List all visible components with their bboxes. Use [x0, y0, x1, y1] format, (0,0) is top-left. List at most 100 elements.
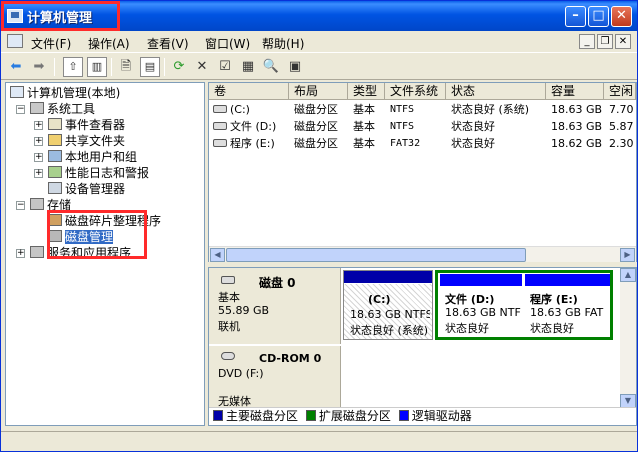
- scroll-right-icon[interactable]: ▶: [620, 248, 635, 262]
- partition-bar: [525, 274, 610, 286]
- legend: 主要磁盘分区 扩展磁盘分区 逻辑驱动器: [209, 407, 636, 425]
- cell-layout: 磁盘分区: [294, 103, 338, 116]
- cell-status: 状态良好 (系统): [451, 103, 530, 116]
- up-folder-icon[interactable]: ⇧: [63, 57, 83, 77]
- scroll-thumb[interactable]: [226, 248, 526, 262]
- partition-e[interactable]: 程序 (E:) 18.63 GB FAT 状态良好: [525, 274, 610, 337]
- cell-status: 状态良好: [451, 120, 495, 133]
- tree-label: 共享文件夹: [65, 134, 126, 148]
- partition-bar: [440, 274, 522, 286]
- tree-label: 磁盘碎片整理程序: [65, 214, 162, 228]
- expand-icon[interactable]: +: [34, 169, 43, 178]
- tree-label: 性能日志和警报: [65, 166, 150, 180]
- tree-item-local-users[interactable]: 本地用户和组: [48, 149, 137, 165]
- collapse-icon[interactable]: −: [16, 201, 25, 210]
- computer-management-icon: [7, 9, 23, 23]
- defrag-icon: [48, 214, 62, 226]
- search-icon[interactable]: 🔍: [261, 57, 281, 77]
- partition-bar: [344, 271, 432, 283]
- partition-name: 程序 (E:): [530, 293, 578, 306]
- export-icon[interactable]: ▦: [238, 57, 258, 77]
- console-icon[interactable]: [7, 34, 23, 48]
- tree-item-root[interactable]: 计算机管理(本地): [10, 85, 120, 101]
- tools-icon: [30, 102, 44, 114]
- cell-text: 程序 (E:): [230, 137, 275, 150]
- mdi-minimize-button[interactable]: _: [579, 34, 595, 49]
- title-bar[interactable]: 计算机管理 – □ ✕: [1, 1, 637, 31]
- disk-layout-pane: 磁盘 0 基本 55.89 GB 联机 (C:) 18.63 GB NTFS 状…: [208, 267, 637, 426]
- tree-item-disk-management[interactable]: 磁盘管理: [48, 229, 114, 245]
- cell-free: 5.87: [609, 120, 634, 133]
- details-pane: 卷 布局 类型 文件系统 状态 容量 空闲 (C:) 磁盘分区 基本 NTFS …: [208, 82, 637, 426]
- menu-help[interactable]: 帮助(H): [262, 35, 304, 52]
- extended-partition[interactable]: 文件 (D:) 18.63 GB NTF 状态良好 程序 (E:) 18.63 …: [435, 270, 613, 340]
- collapse-icon[interactable]: −: [16, 105, 25, 114]
- menu-view[interactable]: 查看(V): [147, 35, 189, 52]
- mdi-close-button[interactable]: ✕: [615, 34, 631, 49]
- properties-icon[interactable]: 🗎: [116, 57, 136, 77]
- vertical-scrollbar[interactable]: ▲ ▼: [620, 268, 636, 408]
- cell-filesystem: NTFS: [390, 104, 415, 115]
- tree-item-storage[interactable]: 存储: [30, 197, 71, 213]
- expand-icon[interactable]: +: [34, 121, 43, 130]
- column-header-type[interactable]: 类型: [348, 83, 385, 100]
- scroll-down-icon[interactable]: ▼: [620, 394, 636, 408]
- column-header-free[interactable]: 空闲: [604, 83, 636, 100]
- scroll-left-icon[interactable]: ◀: [210, 248, 225, 262]
- tree-item-services[interactable]: 服务和应用程序: [30, 245, 131, 261]
- tree-item-system-tools[interactable]: 系统工具: [30, 101, 95, 117]
- scroll-up-icon[interactable]: ▲: [620, 268, 636, 282]
- delete-icon[interactable]: ✕: [192, 57, 212, 77]
- cdrom-0-info[interactable]: CD-ROM 0 DVD (F:) 无媒体: [209, 346, 341, 408]
- tree-item-defrag[interactable]: 磁盘碎片整理程序: [48, 213, 161, 229]
- console-tree: 计算机管理(本地) − 系统工具 + 事件查看器 + 共享文件夹 + 本地用户和…: [5, 82, 205, 426]
- column-header-layout[interactable]: 布局: [289, 83, 348, 100]
- show-hide-pane-icon[interactable]: ▤: [140, 57, 160, 77]
- column-header-status[interactable]: 状态: [446, 83, 546, 100]
- forward-arrow-icon[interactable]: ➡: [29, 57, 49, 77]
- toolbar-separator: [54, 58, 55, 76]
- cell-status: 状态良好: [451, 137, 495, 150]
- drive-icon: [213, 139, 227, 147]
- window-title: 计算机管理: [27, 11, 93, 26]
- maximize-button[interactable]: □: [588, 6, 609, 27]
- show-hide-tree-icon[interactable]: ▥: [87, 57, 107, 77]
- expand-icon[interactable]: +: [34, 153, 43, 162]
- close-button[interactable]: ✕: [611, 6, 632, 27]
- minimize-button[interactable]: –: [565, 6, 586, 27]
- device-manager-icon: [48, 182, 62, 194]
- tree-label: 服务和应用程序: [47, 246, 132, 260]
- mdi-restore-button[interactable]: ❐: [597, 34, 613, 49]
- partition-c[interactable]: (C:) 18.63 GB NTFS 状态良好 (系统): [343, 270, 433, 340]
- tree-item-perf-logs[interactable]: 性能日志和警报: [48, 165, 149, 181]
- partition-name: (C:): [368, 293, 391, 306]
- computer-management-window: 计算机管理 – □ ✕ 文件(F) 操作(A) 查看(V) 窗口(W) 帮助(H…: [0, 0, 638, 452]
- expand-icon[interactable]: +: [34, 137, 43, 146]
- partition-status: 状态良好 (系统): [350, 324, 429, 337]
- help-icon[interactable]: ▣: [285, 57, 305, 77]
- disk-management-icon: [48, 230, 62, 242]
- disk-0-info[interactable]: 磁盘 0 基本 55.89 GB 联机: [209, 268, 341, 344]
- menu-file[interactable]: 文件(F): [31, 35, 71, 52]
- partition-d[interactable]: 文件 (D:) 18.63 GB NTF 状态良好: [440, 274, 522, 337]
- properties-sheet-icon[interactable]: ☑: [215, 57, 235, 77]
- legend-swatch-extended: [305, 410, 316, 421]
- status-bar: [1, 431, 637, 451]
- column-header-volume[interactable]: 卷: [209, 83, 289, 100]
- horizontal-scrollbar[interactable]: ◀ ▶: [209, 246, 636, 262]
- column-header-filesystem[interactable]: 文件系统: [385, 83, 446, 100]
- legend-label: 逻辑驱动器: [411, 409, 472, 423]
- column-header-capacity[interactable]: 容量: [546, 83, 604, 100]
- cell-volume: 文件 (D:): [213, 119, 276, 134]
- back-arrow-icon[interactable]: ⬅: [6, 57, 26, 77]
- menu-window[interactable]: 窗口(W): [205, 35, 250, 52]
- refresh-icon[interactable]: ⟳: [169, 57, 189, 77]
- partition-size: 18.63 GB NTF: [445, 306, 521, 319]
- tree-item-shared-folders[interactable]: 共享文件夹: [48, 133, 125, 149]
- cell-text: 文件 (D:): [230, 120, 277, 133]
- menu-action[interactable]: 操作(A): [88, 35, 130, 52]
- expand-icon[interactable]: +: [16, 249, 25, 258]
- event-viewer-icon: [48, 118, 62, 130]
- tree-item-device-manager[interactable]: 设备管理器: [48, 181, 125, 197]
- tree-item-event-viewer[interactable]: 事件查看器: [48, 117, 125, 133]
